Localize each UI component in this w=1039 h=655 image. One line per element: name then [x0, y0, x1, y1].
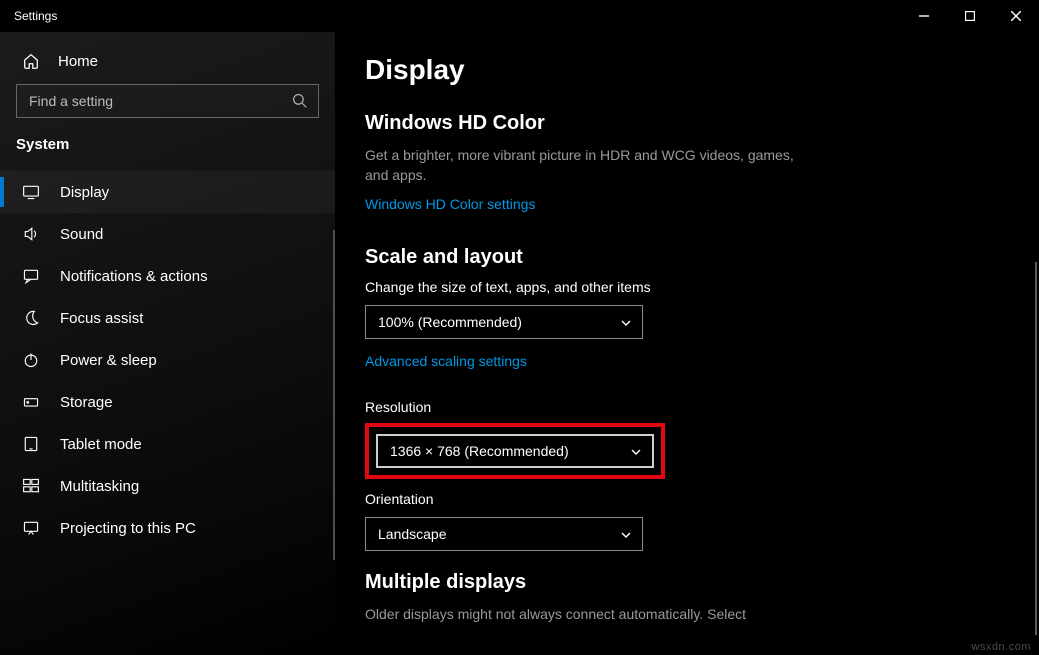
- orientation-value: Landscape: [378, 526, 447, 542]
- sidebar-item-label: Multitasking: [60, 478, 139, 495]
- sidebar-item-power-sleep[interactable]: Power & sleep: [0, 339, 335, 381]
- sidebar-item-label: Projecting to this PC: [60, 520, 196, 537]
- power-icon: [22, 351, 40, 369]
- sidebar-item-label: Display: [60, 184, 109, 201]
- moon-icon: [22, 309, 40, 327]
- chevron-down-icon: [620, 316, 632, 328]
- search-input[interactable]: [29, 93, 292, 109]
- maximize-button[interactable]: [947, 0, 993, 32]
- text-size-dropdown[interactable]: 100% (Recommended): [365, 305, 643, 339]
- chevron-down-icon: [620, 528, 632, 540]
- orientation-label: Orientation: [365, 491, 1009, 507]
- content-pane: Display Windows HD Color Get a brighter,…: [335, 32, 1039, 655]
- sidebar-item-label: Notifications & actions: [60, 268, 208, 285]
- sidebar-item-label: Focus assist: [60, 310, 143, 327]
- multitask-icon: [22, 477, 40, 495]
- window-title: Settings: [14, 9, 57, 23]
- advanced-scaling-link[interactable]: Advanced scaling settings: [365, 353, 527, 369]
- home-label: Home: [58, 53, 98, 70]
- resolution-highlight: 1366 × 768 (Recommended): [365, 423, 665, 479]
- message-icon: [22, 267, 40, 285]
- multiple-displays-desc: Older displays might not always connect …: [365, 604, 795, 624]
- sidebar-item-multitasking[interactable]: Multitasking: [0, 465, 335, 507]
- sidebar-item-label: Power & sleep: [60, 352, 157, 369]
- sidebar-item-label: Tablet mode: [60, 436, 142, 453]
- hd-color-link[interactable]: Windows HD Color settings: [365, 196, 535, 212]
- sidebar-item-focus-assist[interactable]: Focus assist: [0, 297, 335, 339]
- category-title: System: [0, 136, 335, 171]
- tablet-icon: [22, 435, 40, 453]
- multiple-displays-heading: Multiple displays: [365, 571, 1009, 594]
- text-size-label: Change the size of text, apps, and other…: [365, 279, 1009, 295]
- nav-list: Display Sound Notifications & actions Fo…: [0, 171, 335, 549]
- chevron-down-icon: [630, 445, 642, 457]
- home-link[interactable]: Home: [0, 44, 335, 84]
- title-bar: Settings: [0, 0, 1039, 32]
- content-scrollbar[interactable]: [1035, 262, 1037, 635]
- sidebar-item-storage[interactable]: Storage: [0, 381, 335, 423]
- window-controls: [901, 0, 1039, 32]
- watermark-text: wsxdn.com: [971, 641, 1031, 653]
- sidebar-item-sound[interactable]: Sound: [0, 213, 335, 255]
- close-button[interactable]: [993, 0, 1039, 32]
- sidebar-item-notifications[interactable]: Notifications & actions: [0, 255, 335, 297]
- project-icon: [22, 519, 40, 537]
- search-icon: [292, 93, 308, 109]
- resolution-value: 1366 × 768 (Recommended): [390, 443, 569, 459]
- resolution-dropdown[interactable]: 1366 × 768 (Recommended): [376, 434, 654, 468]
- sidebar-item-tablet-mode[interactable]: Tablet mode: [0, 423, 335, 465]
- storage-icon: [22, 393, 40, 411]
- orientation-dropdown[interactable]: Landscape: [365, 517, 643, 551]
- text-size-value: 100% (Recommended): [378, 314, 522, 330]
- monitor-icon: [22, 183, 40, 201]
- sidebar-item-label: Sound: [60, 226, 103, 243]
- sidebar-item-label: Storage: [60, 394, 113, 411]
- scale-heading: Scale and layout: [365, 246, 1009, 269]
- resolution-label: Resolution: [365, 399, 1009, 415]
- divider-scroll: [333, 230, 335, 560]
- sidebar-item-projecting[interactable]: Projecting to this PC: [0, 507, 335, 549]
- search-box[interactable]: [16, 84, 319, 118]
- hd-color-desc: Get a brighter, more vibrant picture in …: [365, 145, 795, 186]
- sidebar-item-display[interactable]: Display: [0, 171, 335, 213]
- speaker-icon: [22, 225, 40, 243]
- page-title: Display: [365, 54, 1009, 86]
- sidebar: Home System Display Sound Notifications …: [0, 32, 335, 655]
- home-icon: [22, 52, 40, 70]
- hd-color-heading: Windows HD Color: [365, 112, 1009, 135]
- minimize-button[interactable]: [901, 0, 947, 32]
